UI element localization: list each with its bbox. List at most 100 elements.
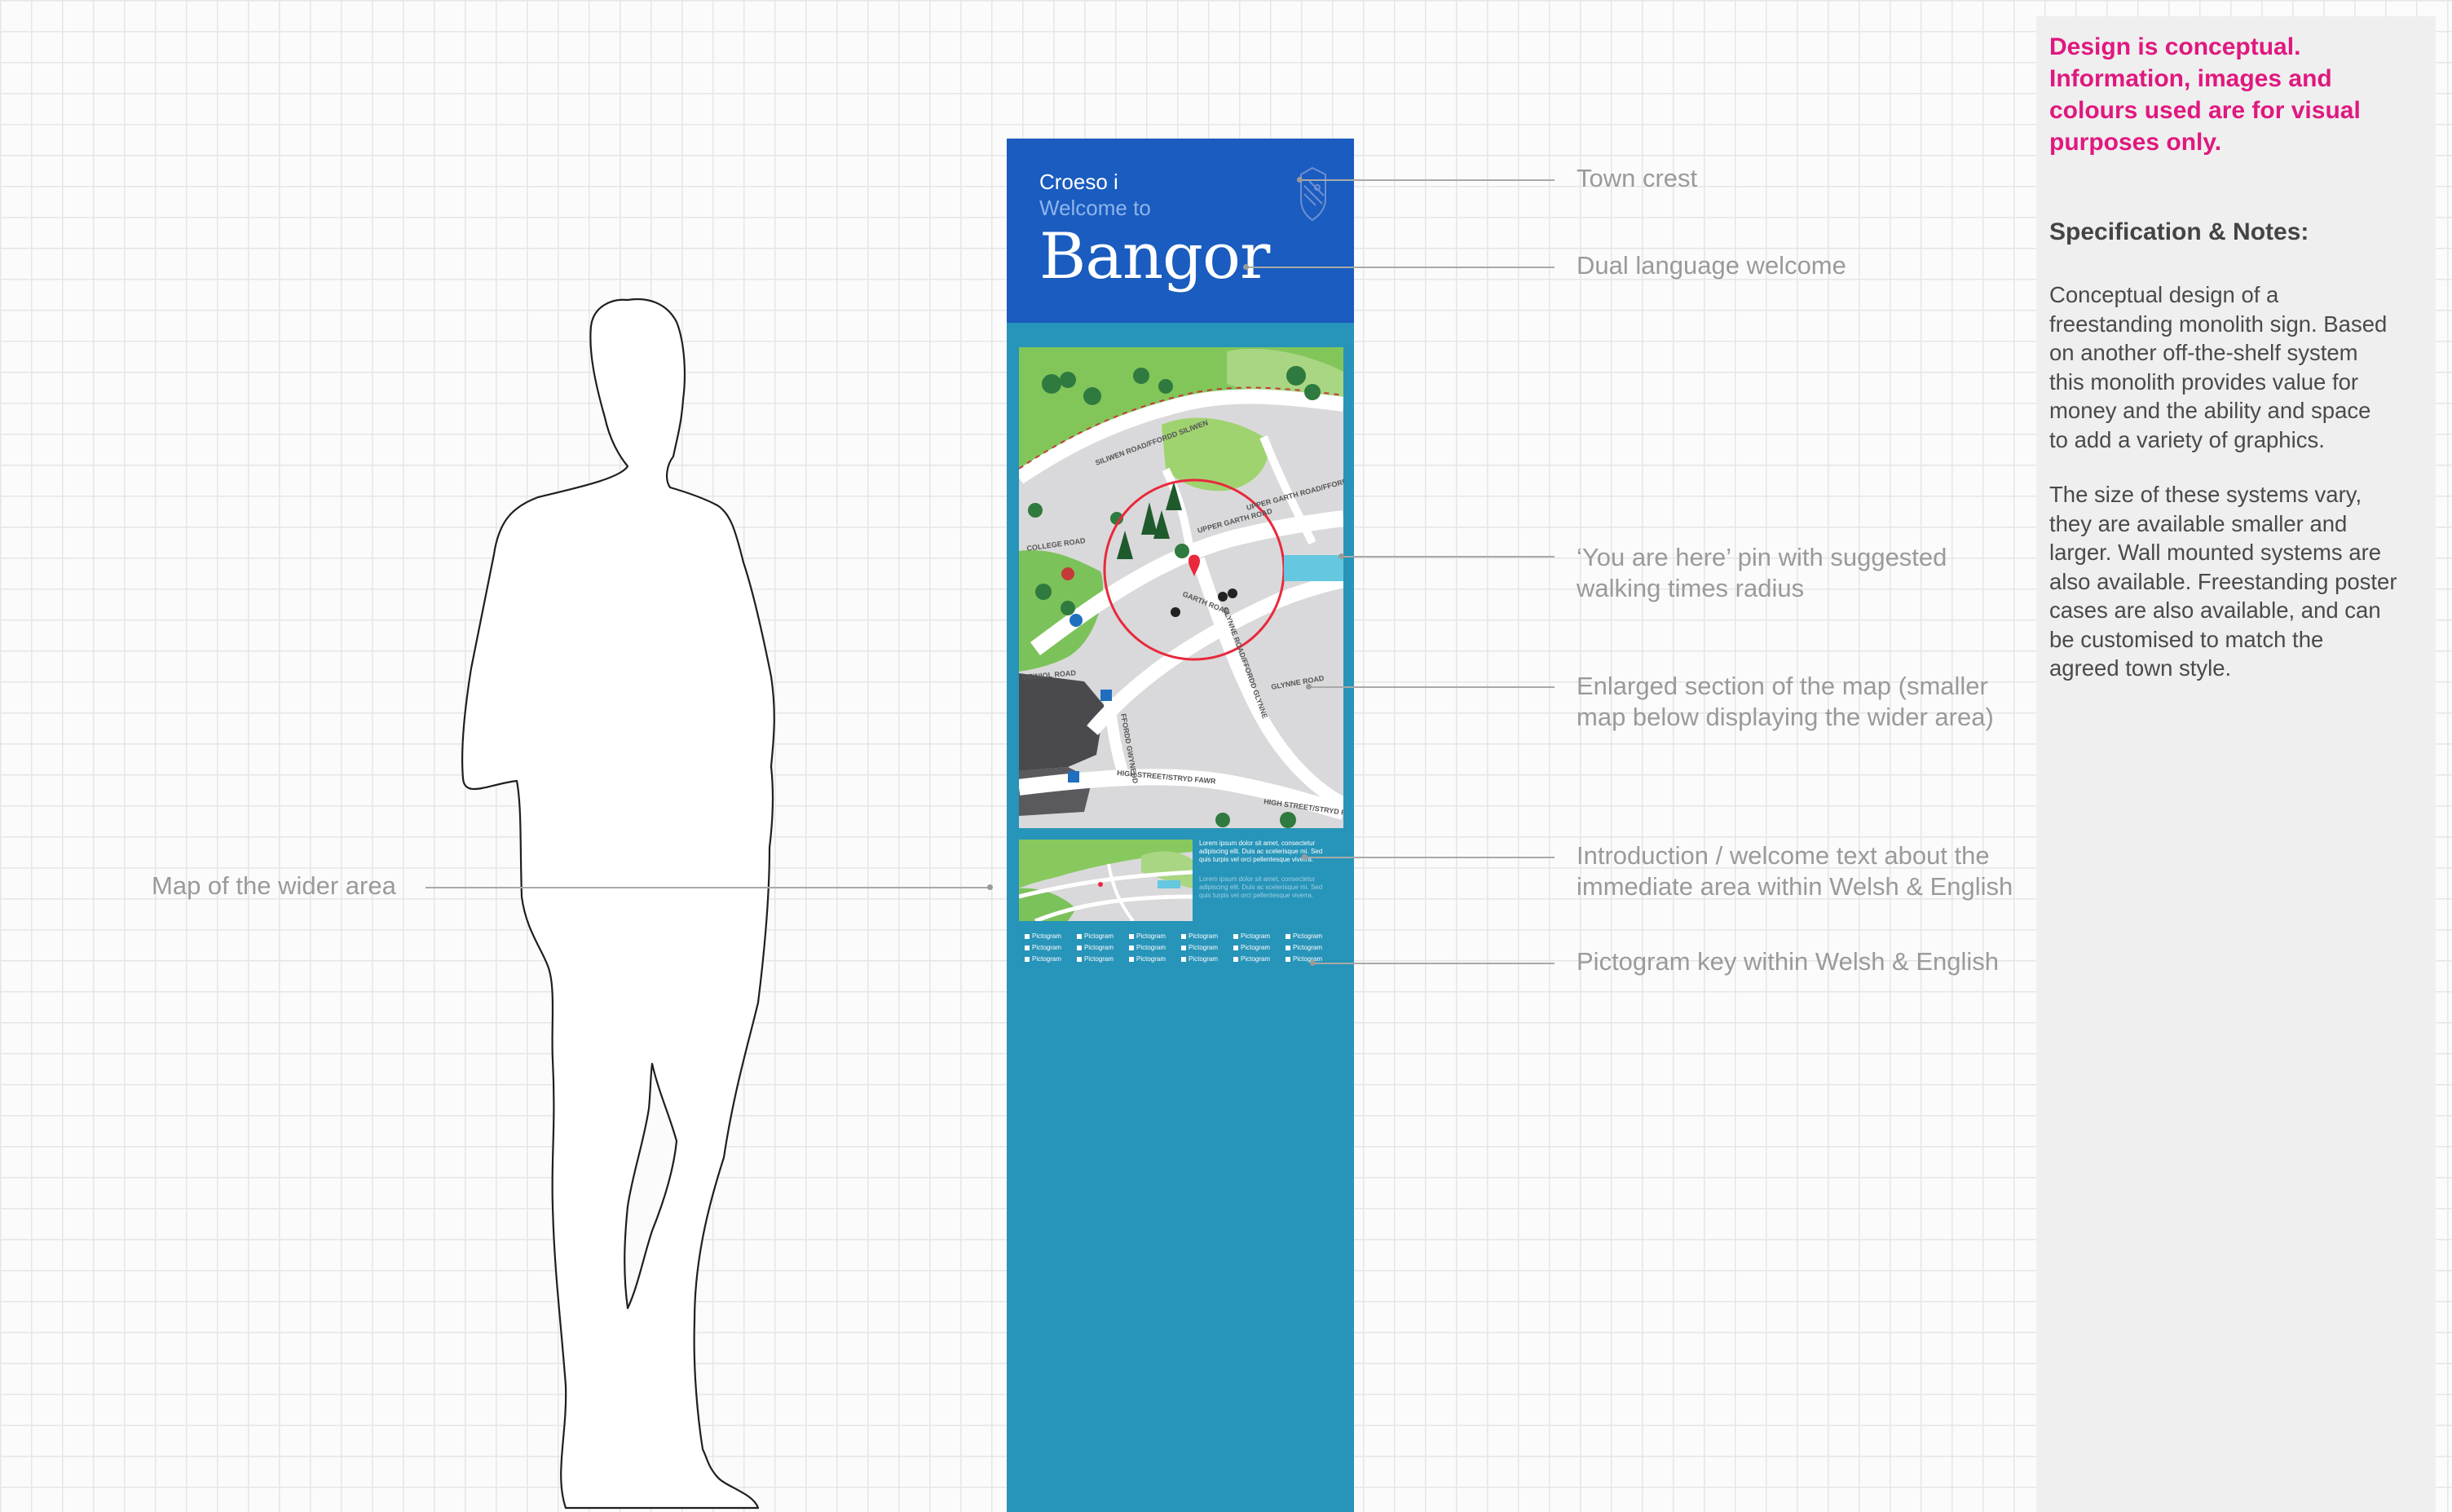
- leader-town-crest: [1300, 179, 1555, 181]
- notes-paragraph-2: The size of these systems vary, they are…: [2049, 480, 2431, 683]
- callout-wider-area: Map of the wider area: [152, 871, 396, 900]
- notes-p2-line-7: agreed town style.: [2049, 655, 2232, 681]
- pictogram-label: Pictogram: [1032, 955, 1062, 963]
- pictogram-item: Pictogram: [1129, 955, 1181, 963]
- pictogram-icon: [1286, 956, 1290, 962]
- pictogram-item: Pictogram: [1129, 944, 1181, 951]
- pictogram-icon: [1129, 945, 1134, 950]
- pictogram-label: Pictogram: [1189, 955, 1219, 963]
- leader-dot-wider-area: [987, 884, 993, 890]
- notes-p1-line-6: to add a variety of graphics.: [2049, 426, 2325, 452]
- sign-header: Croeso i Welcome to Bangor: [1007, 139, 1354, 323]
- callout-you-are-here-1: ‘You are here’ pin with suggested: [1577, 543, 1947, 571]
- pictogram-icon: [1233, 933, 1238, 939]
- town-name: Bangor: [1039, 220, 1270, 293]
- intro-welsh-line-1: Lorem ipsum dolor sit amet, consectetur: [1199, 840, 1316, 847]
- welsh-greeting: Croeso i: [1039, 170, 1118, 194]
- callout-pictogram-key: Pictogram key within Welsh & English: [1577, 947, 2000, 976]
- notes-p2-line-3: larger. Wall mounted systems are: [2049, 540, 2382, 565]
- callout-town-crest: Town crest: [1577, 164, 1698, 192]
- leader-dot-enlarged-map: [1306, 684, 1312, 690]
- pictogram-item: Pictogram: [1129, 932, 1181, 940]
- pictogram-item: Pictogram: [1233, 955, 1286, 963]
- pictogram-item: Pictogram: [1077, 932, 1129, 940]
- pictogram-label: Pictogram: [1032, 944, 1062, 951]
- pictogram-icon: [1077, 945, 1082, 950]
- disclaimer-line-2: Information, images and: [2049, 65, 2332, 92]
- pictogram-icon: [1077, 956, 1082, 962]
- pictogram-icon: [1025, 933, 1030, 939]
- disclaimer: Design is conceptual. Information, image…: [2049, 31, 2424, 158]
- wider-area-map: [1019, 840, 1193, 921]
- pictogram-icon: [1025, 956, 1030, 962]
- notes-p2-line-4: also available. Freestanding poster: [2049, 568, 2397, 594]
- callout-you-are-here-2: walking times radius: [1577, 574, 1805, 602]
- pictogram-label: Pictogram: [1136, 944, 1166, 951]
- pictogram-icon: [1233, 945, 1238, 950]
- pictogram-label: Pictogram: [1293, 944, 1323, 951]
- leader-pictogram: [1312, 963, 1555, 964]
- pictogram-icon: [1286, 933, 1290, 939]
- leader-dot-you-are-here: [1338, 553, 1344, 559]
- pictogram-icon: [1181, 956, 1186, 962]
- notes-p1-line-5: money and the ability and space: [2049, 398, 2371, 423]
- pictogram-label: Pictogram: [1189, 944, 1219, 951]
- pictogram-item: Pictogram: [1233, 944, 1286, 951]
- human-silhouette: [461, 298, 775, 1510]
- notes-p1-line-1: Conceptual design of a: [2049, 282, 2279, 307]
- pictogram-item: Pictogram: [1025, 932, 1077, 940]
- notes-p2-line-1: The size of these systems vary,: [2049, 482, 2362, 507]
- leader-enlarged-map: [1308, 686, 1555, 688]
- disclaimer-line-3: colours used are for visual: [2049, 97, 2361, 124]
- pictogram-icon: [1129, 933, 1134, 939]
- pictogram-icon: [1181, 933, 1186, 939]
- leader-dot-pictogram: [1310, 960, 1316, 966]
- intro-english-line-3: quis turpis vel orci pellentesque viverr…: [1199, 892, 1314, 899]
- pictogram-icon: [1129, 956, 1134, 962]
- pictogram-label: Pictogram: [1241, 955, 1271, 963]
- notes-p1-line-3: on another off-the-shelf system: [2049, 340, 2358, 365]
- pictogram-item: Pictogram: [1286, 944, 1338, 951]
- pictogram-label: Pictogram: [1241, 932, 1271, 940]
- pictogram-label: Pictogram: [1293, 932, 1323, 940]
- leader-intro: [1304, 857, 1555, 858]
- leader-wider-area: [426, 887, 990, 888]
- pictogram-label: Pictogram: [1136, 932, 1166, 940]
- pictogram-icon: [1233, 956, 1238, 962]
- pictogram-icon: [1025, 945, 1030, 950]
- notes-p2-line-6: be customised to match the: [2049, 626, 2324, 652]
- pictogram-item: Pictogram: [1181, 932, 1233, 940]
- pictogram-label: Pictogram: [1293, 955, 1323, 963]
- pictogram-label: Pictogram: [1241, 944, 1271, 951]
- pictogram-label: Pictogram: [1084, 944, 1114, 951]
- pictogram-label: Pictogram: [1084, 932, 1114, 940]
- notes-p1-line-2: freestanding monolith sign. Based: [2049, 311, 2388, 337]
- notes-panel: Design is conceptual. Information, image…: [2036, 16, 2436, 1512]
- leader-you-are-here: [1341, 556, 1555, 558]
- leader-dot-dual-language: [1243, 264, 1249, 270]
- pictogram-icon: [1181, 945, 1186, 950]
- leader-dual-language: [1246, 267, 1555, 268]
- pictogram-label: Pictogram: [1032, 932, 1062, 940]
- disclaimer-line-4: purposes only.: [2049, 129, 2222, 156]
- notes-p1-line-4: this monolith provides value for: [2049, 368, 2359, 395]
- pictogram-key: Pictogram Pictogram Pictogram Pictogram Pict…: [1025, 932, 1351, 963]
- pictogram-item: Pictogram: [1025, 955, 1077, 963]
- notes-p2-line-5: cases are also available, and can: [2049, 597, 2381, 623]
- pictogram-item: Pictogram: [1077, 955, 1129, 963]
- pictogram-item: Pictogram: [1286, 932, 1338, 940]
- intro-text: Lorem ipsum dolor sit amet, consectetur …: [1199, 840, 1346, 921]
- monolith-sign: Croeso i Welcome to Bangor SILIWEN ROAD/…: [1007, 139, 1354, 1512]
- callout-enlarged-2: map below displaying the wider area): [1577, 703, 1994, 731]
- callout-enlarged-1: Enlarged section of the map (smaller: [1577, 672, 1988, 700]
- notes-heading: Specification & Notes:: [2049, 218, 2309, 245]
- intro-english-line-1: Lorem ipsum dolor sit amet, consectetur: [1199, 875, 1316, 883]
- leader-dot-town-crest: [1297, 177, 1303, 183]
- callout-intro-2: immediate area within Welsh & English: [1577, 872, 2013, 901]
- town-crest-icon: [1300, 166, 1326, 222]
- enlarged-map: SILIWEN ROAD/FFORDD SILIWEN UPPER GARTH …: [1019, 347, 1343, 828]
- intro-welsh-line-2: adipiscing elit. Duis ac scelerisque mi.…: [1199, 848, 1323, 855]
- callout-intro-1: Introduction / welcome text about the: [1577, 841, 1990, 870]
- pictogram-item: Pictogram: [1181, 955, 1233, 963]
- pictogram-label: Pictogram: [1189, 932, 1219, 940]
